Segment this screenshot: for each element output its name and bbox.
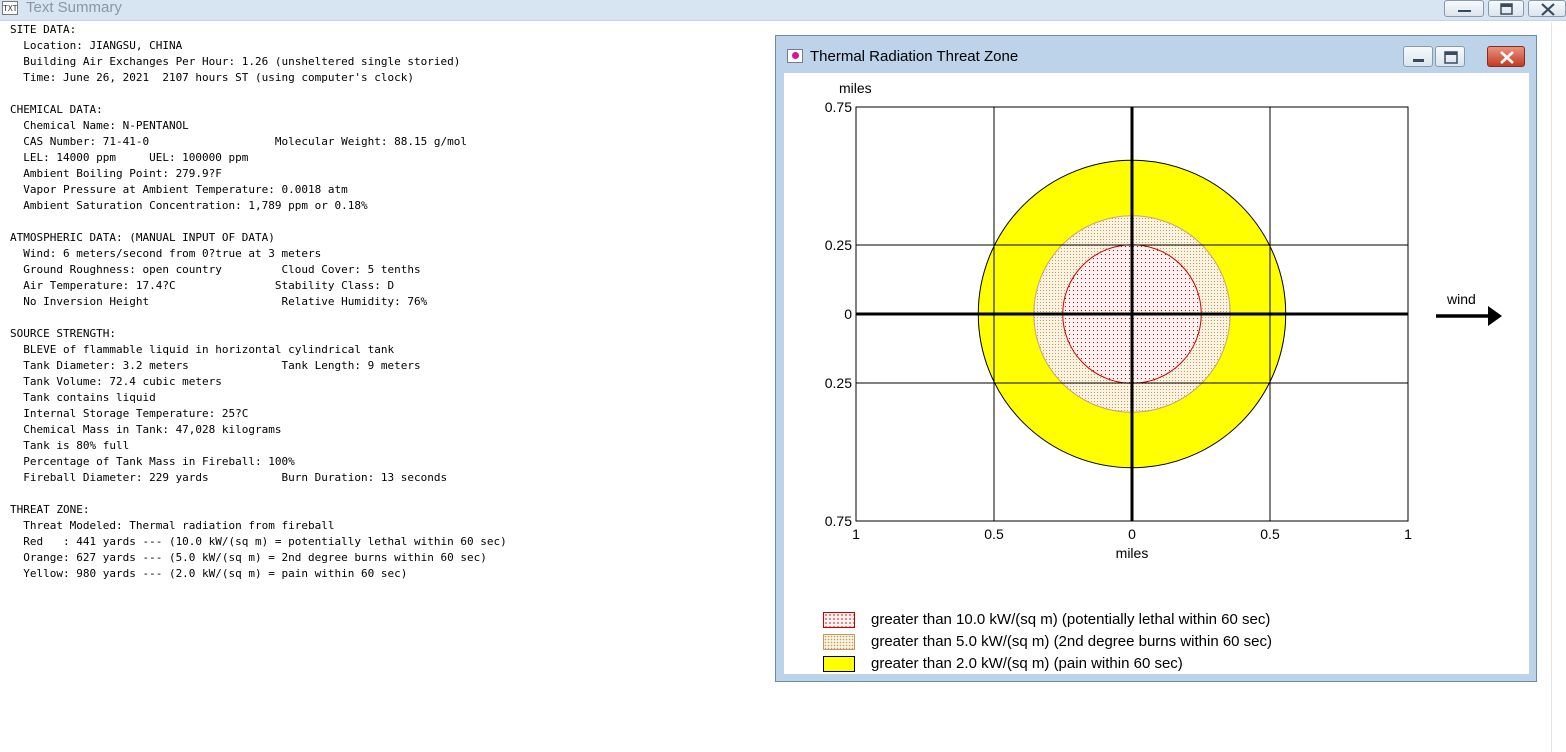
report-line: ATMOSPHERIC DATA: (MANUAL INPUT OF DATA) (10, 231, 275, 244)
close-icon (1500, 51, 1514, 64)
report-line: Orange: 627 yards --- (5.0 kW/(sq m) = 2… (10, 551, 487, 564)
report-line (10, 86, 507, 102)
report-line: Vapor Pressure at Ambient Temperature: 0… (10, 183, 348, 196)
y-tick-label: 0 (844, 306, 852, 322)
legend-label: greater than 2.0 kW/(sq m) (pain within … (871, 655, 1183, 672)
report-line: THREAT ZONE: (10, 503, 90, 516)
legend-swatch (823, 612, 855, 628)
y-axis-unit-label: miles (839, 80, 872, 96)
report-line: Ambient Saturation Concentration: 1,789 … (10, 199, 368, 212)
threat-zone-window-icon[interactable] (787, 49, 803, 63)
x-tick-label: 1 (1404, 526, 1412, 542)
report-line (10, 310, 507, 326)
report-line: Yellow: 980 yards --- (2.0 kW/(sq m) = p… (10, 567, 408, 580)
report-line: Threat Modeled: Thermal radiation from f… (10, 519, 335, 532)
child-minimize-button[interactable] (1403, 46, 1433, 67)
report-line: SOURCE STRENGTH: (10, 327, 116, 340)
minimize-icon (1413, 59, 1424, 62)
legend-swatch (823, 634, 855, 650)
report-line: Wind: 6 meters/second from 0?true at 3 m… (10, 247, 322, 260)
child-maximize-button[interactable] (1435, 46, 1465, 67)
child-close-button[interactable] (1487, 46, 1525, 67)
report-line: Percentage of Tank Mass in Fireball: 100… (10, 455, 295, 468)
report-line: Chemical Mass in Tank: 47,028 kilograms (10, 423, 282, 436)
report-line: No Inversion Height Relative Humidity: 7… (10, 295, 428, 308)
main-window-titlebar[interactable]: TXT Text Summary (0, 0, 1566, 21)
y-tick-label: 0.25 (825, 237, 852, 253)
threat-zone-chart: 1 0.5 0 0.5 10.750.2500.250.75milesmileswind (825, 80, 1502, 561)
close-icon (1541, 3, 1555, 16)
threat-zone-window[interactable]: Thermal Radiation Threat Zone 1 0.5 0 0.5 (775, 35, 1537, 682)
report-line: CHEMICAL DATA: (10, 103, 103, 116)
x-tick-label: 0.5 (1260, 526, 1280, 542)
report-line: LEL: 14000 ppm UEL: 100000 ppm (10, 151, 249, 164)
report-line: Fireball Diameter: 229 yards Burn Durati… (10, 471, 448, 484)
threat-zone-titlebar[interactable]: Thermal Radiation Threat Zone (776, 36, 1536, 72)
report-line: Internal Storage Temperature: 25?C (10, 407, 249, 420)
report-line: Building Air Exchanges Per Hour: 1.26 (u… (10, 55, 461, 68)
report-line: Red : 441 yards --- (10.0 kW/(sq m) = po… (10, 535, 507, 548)
x-tick-label: 1 (852, 526, 860, 542)
report-line: CAS Number: 71-41-0 Molecular Weight: 88… (10, 135, 467, 148)
legend-label: greater than 10.0 kW/(sq m) (potentially… (871, 611, 1271, 628)
text-summary-report: SITE DATA: Location: JIANGSU, CHINA Buil… (10, 22, 507, 582)
legend-swatch (823, 656, 855, 672)
scrollbar-gutter[interactable] (1551, 22, 1552, 752)
wind-label: wind (1446, 291, 1476, 307)
report-line: Tank contains liquid (10, 391, 156, 404)
report-line: BLEVE of flammable liquid in horizontal … (10, 343, 395, 356)
y-tick-label: 0.75 (825, 513, 852, 529)
report-line: SITE DATA: (10, 23, 77, 36)
document-icon[interactable]: TXT (2, 1, 18, 15)
x-tick-label: 0.5 (984, 526, 1004, 542)
threat-zone-client-area: 1 0.5 0 0.5 1 0.75 0.25 0 0.25 0.75 miles miles wind… (784, 73, 1529, 674)
maximize-icon (1500, 3, 1513, 15)
threat-zone-title: Thermal Radiation Threat Zone (810, 48, 1019, 65)
report-line: Tank Volume: 72.4 cubic meters (10, 375, 222, 388)
report-line: Air Temperature: 17.4?C Stability Class:… (10, 279, 395, 292)
report-line (10, 486, 507, 502)
report-line: Tank is 80% full (10, 439, 130, 452)
report-line: Tank Diameter: 3.2 meters Tank Length: 9… (10, 359, 421, 372)
close-button[interactable] (1528, 0, 1566, 17)
report-line: Location: JIANGSU, CHINA (10, 39, 183, 52)
report-line: Chemical Name: N-PENTANOL (10, 119, 189, 132)
report-line: Ambient Boiling Point: 279.9?F (10, 167, 222, 180)
x-axis-label: miles (1116, 545, 1149, 561)
y-tick-label: 0.75 (825, 99, 852, 115)
report-line: Time: June 26, 2021 2107 hours ST (using… (10, 71, 414, 84)
maximize-button[interactable] (1488, 0, 1524, 17)
legend-label: greater than 5.0 kW/(sq m) (2nd degree b… (871, 633, 1273, 650)
minimize-button[interactable] (1444, 0, 1484, 17)
maximize-icon (1444, 51, 1458, 64)
minimize-icon (1458, 10, 1471, 12)
report-line (10, 214, 507, 230)
y-tick-label: 0.25 (825, 375, 852, 391)
x-tick-label: 0 (1128, 526, 1136, 542)
window-title: Text Summary (26, 0, 122, 16)
wind-arrow-icon (1488, 306, 1502, 326)
report-line: Ground Roughness: open country Cloud Cov… (10, 263, 421, 276)
